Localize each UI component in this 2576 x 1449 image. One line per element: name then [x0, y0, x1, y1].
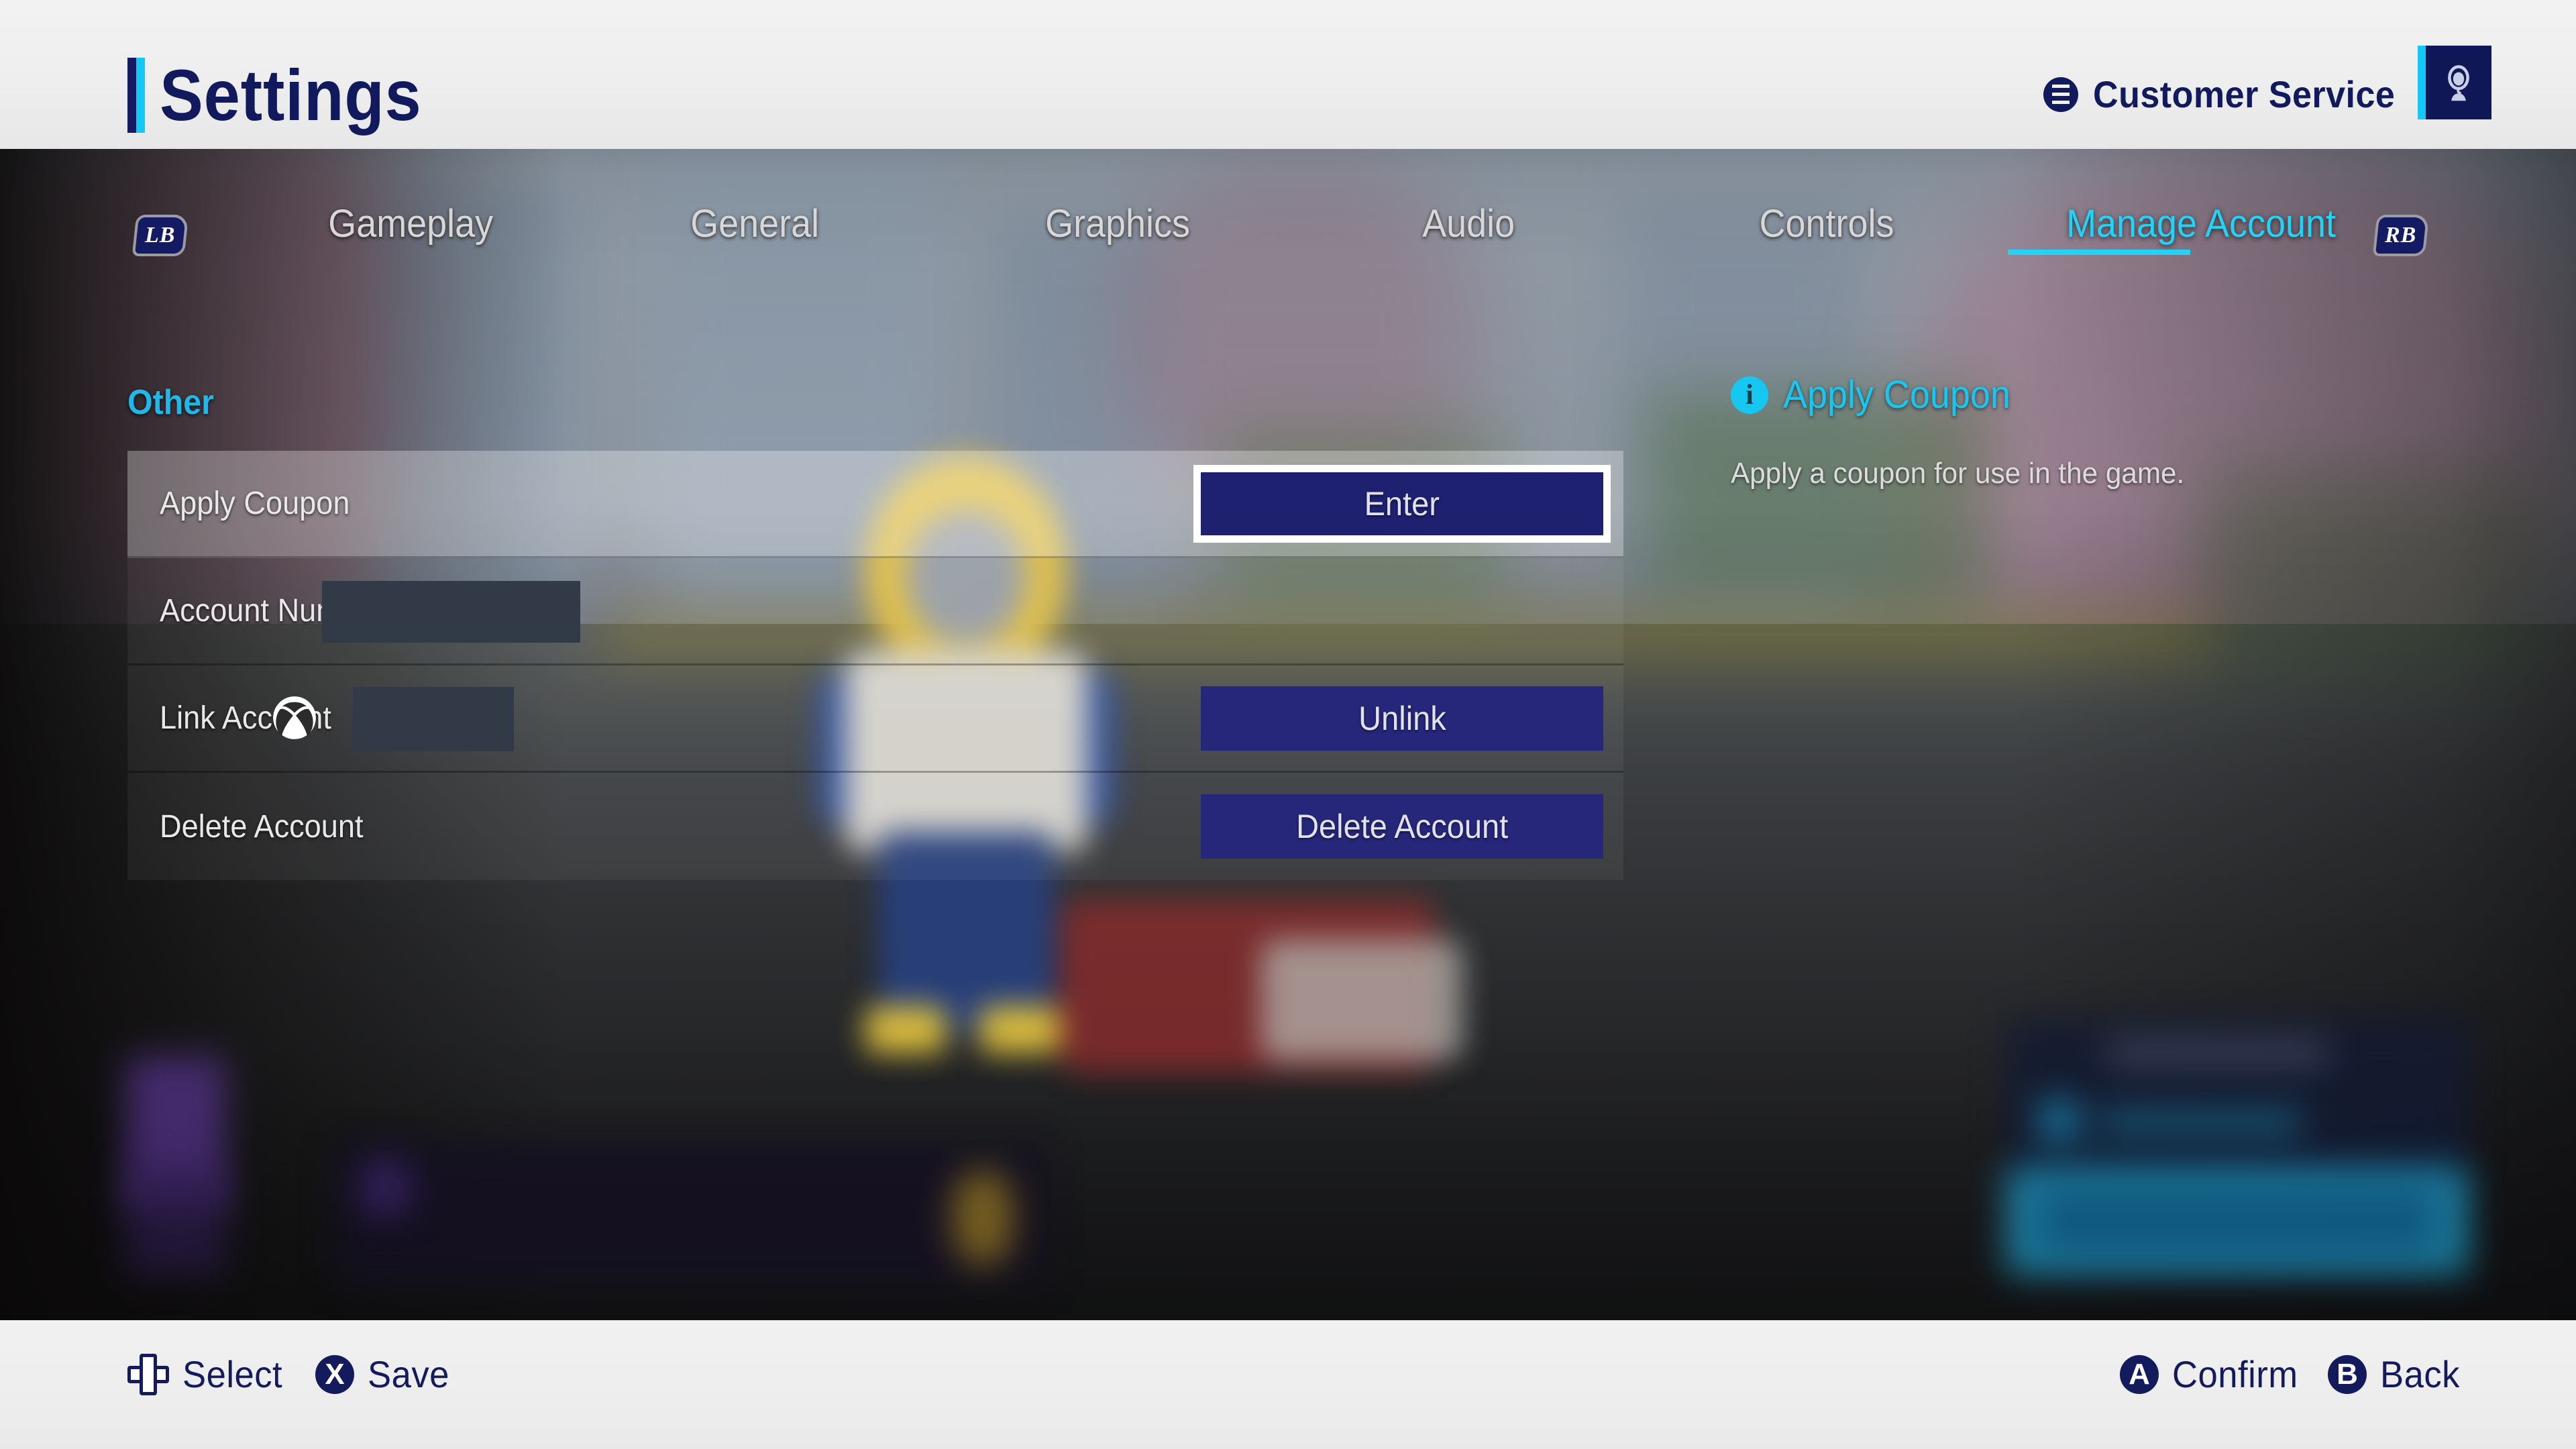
- a-button-icon: A: [2120, 1354, 2159, 1394]
- top-header-bar: Settings Customer Service: [0, 0, 2576, 149]
- b-button-icon: B: [2328, 1354, 2367, 1394]
- info-icon-glyph: i: [1746, 379, 1754, 411]
- character-shoe-left: [865, 1006, 946, 1053]
- x-button-glyph: X: [325, 1357, 345, 1391]
- title-accent-bars: [127, 58, 145, 133]
- prompt-confirm[interactable]: A Confirm: [2120, 1352, 2306, 1396]
- xbox-icon: [273, 696, 316, 739]
- table-row[interactable]: Account Number: [127, 558, 1623, 665]
- right-bumper-label: RB: [2385, 223, 2417, 248]
- prompt-select-label: Select: [182, 1353, 283, 1395]
- prompt-back[interactable]: B Back: [2328, 1352, 2465, 1396]
- page-title-group: Settings: [127, 58, 451, 133]
- customer-service-button[interactable]: [2418, 46, 2491, 119]
- tab-manage-account[interactable]: Manage Account: [2066, 201, 2336, 246]
- info-icon: i: [1731, 376, 1768, 414]
- unlink-button-label: Unlink: [1358, 699, 1446, 737]
- link-account-redacted-value: [353, 687, 514, 751]
- prompt-select[interactable]: Select: [127, 1352, 289, 1396]
- row-label-delete-account: Delete Account: [160, 808, 364, 845]
- dpad-icon: [127, 1353, 169, 1395]
- info-panel: i Apply Coupon Apply a coupon for use in…: [1731, 372, 2475, 493]
- enter-button[interactable]: Enter: [1193, 464, 1611, 543]
- title-bar-cyan: [136, 58, 145, 133]
- tab-gameplay[interactable]: Gameplay: [328, 201, 493, 246]
- tab-graphics[interactable]: Graphics: [1045, 201, 1190, 246]
- info-panel-title: Apply Coupon: [1783, 373, 2010, 417]
- tab-active-underline: [2008, 250, 2190, 255]
- unlink-button[interactable]: Unlink: [1201, 686, 1603, 751]
- background-ghost-cyan-text: [2100, 1110, 2301, 1136]
- page-title: Settings: [160, 54, 422, 136]
- table-row[interactable]: Apply Coupon Enter: [127, 451, 1623, 558]
- menu-lines-icon: [2043, 76, 2078, 112]
- tab-audio[interactable]: Audio: [1422, 201, 1515, 246]
- left-bumper-label: LB: [145, 223, 176, 248]
- settings-row-list: Apply Coupon Enter Account Number Link A…: [127, 451, 1623, 880]
- account-number-redacted-value: [322, 581, 580, 643]
- bottom-prompt-bar: Select X Save A Confirm B Back: [0, 1320, 2576, 1449]
- tab-controls[interactable]: Controls: [1760, 201, 1894, 246]
- background-ghost-navy-text: [2106, 1036, 2328, 1069]
- prompt-save[interactable]: X Save: [315, 1352, 455, 1396]
- b-button-glyph: B: [2337, 1357, 2358, 1391]
- background-ghost-chip: [362, 1161, 409, 1214]
- background-ghost-coin: [953, 1171, 1013, 1265]
- settings-tab-bar: LB RB Gameplay General Graphics Audio Co…: [0, 201, 2576, 288]
- enter-button-label: Enter: [1364, 484, 1440, 523]
- character-shoe-right: [979, 1006, 1060, 1053]
- a-button-glyph: A: [2129, 1357, 2150, 1391]
- background-ghost-panel-dark: [335, 1144, 1046, 1285]
- row-label-apply-coupon: Apply Coupon: [160, 486, 350, 521]
- info-panel-description: Apply a coupon for use in the game.: [1731, 457, 2185, 490]
- tab-general[interactable]: General: [690, 201, 819, 246]
- prompt-save-label: Save: [368, 1353, 449, 1395]
- left-bumper-hint: LB: [131, 215, 189, 256]
- table-row[interactable]: Link Account Unlink: [127, 665, 1623, 773]
- customer-service-label: Customer Service: [2092, 73, 2396, 115]
- table-row[interactable]: Delete Account Delete Account: [127, 773, 1623, 880]
- background-ghost-panel-purple-lower: [126, 1167, 225, 1275]
- title-bar-navy: [127, 58, 136, 133]
- headset-icon: [2448, 65, 2469, 101]
- delete-account-button-label: Delete Account: [1295, 808, 1509, 845]
- right-bumper-hint: RB: [2372, 215, 2430, 256]
- delete-account-button[interactable]: Delete Account: [1201, 794, 1603, 859]
- prompt-back-label: Back: [2380, 1353, 2460, 1395]
- info-panel-header: i Apply Coupon: [1731, 372, 2475, 417]
- settings-screen: Settings Customer Service LB RB Gameplay…: [0, 0, 2576, 1449]
- background-kart-body: [1261, 939, 1462, 1060]
- x-button-icon: X: [315, 1354, 354, 1394]
- prompt-confirm-label: Confirm: [2172, 1353, 2298, 1395]
- background-ghost-panel-cyan-inner: [2039, 1187, 2435, 1254]
- customer-service-link[interactable]: Customer Service: [2043, 72, 2418, 116]
- section-heading: Other: [127, 383, 214, 422]
- background-ghost-cyan-icon: [2039, 1100, 2080, 1142]
